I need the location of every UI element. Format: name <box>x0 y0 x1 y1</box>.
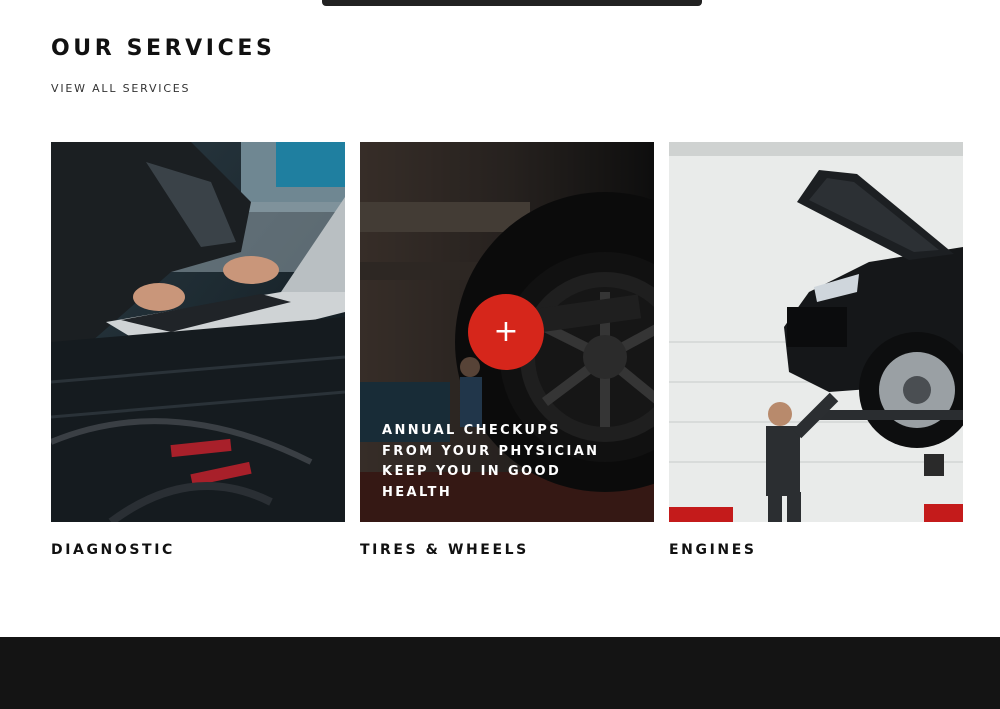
section-title: OUR SERVICES <box>51 36 276 61</box>
service-card-engines[interactable]: ENGINES <box>669 142 963 558</box>
service-name-engines[interactable]: ENGINES <box>669 542 963 558</box>
service-card-tires-wheels[interactable]: + ANNUAL CHECKUPS FROM YOUR PHYSICIAN KE… <box>360 142 654 558</box>
service-description: ANNUAL CHECKUPS FROM YOUR PHYSICIAN KEEP… <box>382 423 600 500</box>
tires-wheels-image[interactable]: + ANNUAL CHECKUPS FROM YOUR PHYSICIAN KE… <box>360 142 654 522</box>
diagnostic-image[interactable] <box>51 142 345 522</box>
top-dropdown-bar <box>322 0 702 6</box>
engines-image[interactable] <box>669 142 963 522</box>
view-all-services-link[interactable]: VIEW ALL SERVICES <box>51 82 190 95</box>
service-name-tires-wheels[interactable]: TIRES & WHEELS <box>360 542 654 558</box>
service-name-diagnostic[interactable]: DIAGNOSTIC <box>51 542 345 558</box>
plus-icon[interactable]: + <box>468 294 544 370</box>
footer <box>0 637 1000 709</box>
service-card-diagnostic[interactable]: DIAGNOSTIC <box>51 142 345 558</box>
